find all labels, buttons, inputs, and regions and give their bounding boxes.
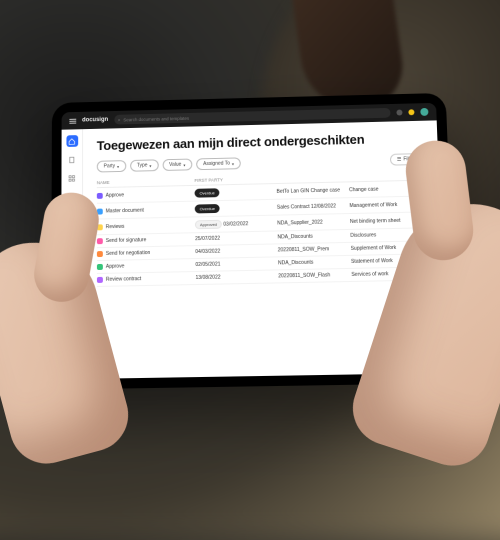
filter-assigned[interactable]: Assigned To▾: [196, 157, 241, 170]
row-name: Reviews: [106, 223, 125, 229]
row-doc: Sales Contract 12/08/2022: [277, 203, 350, 211]
status-badge: Overdue: [195, 204, 220, 213]
color-swatch: [97, 238, 103, 244]
row-doc: NDA_Supplier_2022: [277, 218, 350, 226]
filter-type[interactable]: Type▾: [130, 159, 158, 171]
document-icon: [68, 156, 75, 163]
status-dot[interactable]: [408, 109, 414, 115]
col-name[interactable]: NAME: [97, 178, 195, 185]
filter-value[interactable]: Value▾: [162, 159, 192, 171]
avatar[interactable]: [420, 108, 428, 116]
notification-icon[interactable]: [396, 110, 402, 116]
sidebar-item-home[interactable]: [66, 135, 78, 147]
sidebar-item-templates[interactable]: [66, 172, 78, 184]
home-icon: [68, 138, 75, 145]
row-name: Master document: [106, 207, 144, 214]
search-icon: ⌕: [118, 117, 120, 122]
col-c: [276, 174, 348, 181]
filter-icon: ☰: [397, 157, 402, 163]
row-date: 03/02/2022: [223, 221, 248, 227]
row-date: 13/08/2022: [196, 273, 279, 281]
search-placeholder: Search documents and templates: [123, 115, 189, 121]
page-title: Toegewezen aan mijn direct ondergeschikt…: [97, 131, 424, 154]
grid-icon: [68, 174, 75, 181]
row-name: Send for negotiation: [106, 250, 150, 257]
row-doc: 20220811_SOW_Flash: [278, 272, 351, 279]
row-name: Approve: [106, 192, 124, 198]
filter-party[interactable]: Party▾: [97, 160, 126, 172]
menu-icon[interactable]: [69, 117, 76, 124]
chevron-down-icon: ▾: [117, 164, 119, 169]
sidebar-item-documents[interactable]: [66, 153, 78, 165]
row-doc: 20220811_SOW_Prem: [278, 246, 351, 253]
row-doc: NDA_Discounts: [278, 259, 351, 266]
assignments-table: NAME FIRST PARTY Approve Overdue BetTo L…: [97, 171, 429, 287]
row-date: 25/07/2022: [195, 234, 277, 242]
col-party[interactable]: FIRST PARTY: [194, 176, 276, 183]
color-swatch: [97, 277, 103, 283]
row-name: Send for signature: [106, 237, 147, 244]
brand-logo: docusign: [82, 117, 108, 123]
row-date: 04/03/2022: [195, 247, 278, 255]
chevron-down-icon: ▾: [183, 162, 185, 167]
color-swatch: [97, 251, 103, 257]
status-badge: Approved: [195, 220, 222, 229]
row-doc: NDA_Discounts: [277, 233, 350, 241]
chevron-down-icon: ▾: [149, 163, 151, 168]
row-name: Review contract: [106, 276, 141, 283]
color-swatch: [97, 192, 103, 198]
status-badge: Overdue: [195, 188, 220, 197]
color-swatch: [97, 264, 103, 270]
row-name: Approve: [106, 263, 125, 269]
filter-bar: Party▾ Type▾ Value▾ Assigned To▾ ☰Filter…: [97, 153, 425, 172]
row-date: 02/05/2021: [195, 260, 278, 268]
row-doc: BetTo Lan GIN Change case: [276, 187, 349, 195]
chevron-down-icon: ▾: [232, 161, 234, 166]
